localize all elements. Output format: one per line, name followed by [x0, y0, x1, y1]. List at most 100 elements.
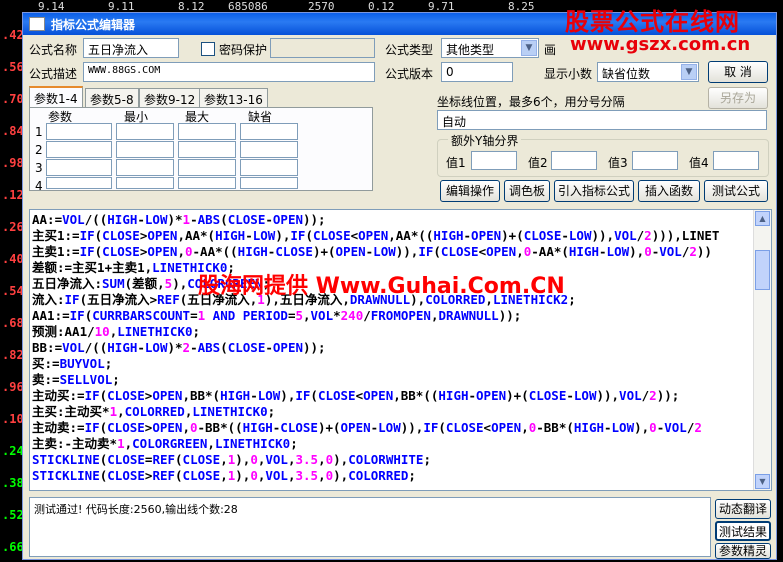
yaxis-value-label: 值3	[608, 156, 628, 170]
formula-type-value: 其他类型	[446, 43, 495, 57]
param-name-4[interactable]	[46, 177, 112, 189]
price-tick-label: .82	[2, 348, 24, 362]
code-line: STICKLINE(CLOSE>REF(CLOSE,1),0,VOL,3.5,0…	[32, 468, 416, 483]
formula-name-input[interactable]: 五日净流入	[83, 38, 179, 58]
code-line: 预测:AA1/10,LINETHICK0;	[32, 324, 201, 339]
decimal-value: 缺省位数	[602, 67, 651, 81]
dynamic-translate-button[interactable]: 动态翻译	[715, 499, 771, 519]
param-min-4[interactable]	[116, 177, 174, 189]
tab-params-9-12[interactable]: 参数9-12	[139, 88, 201, 107]
param-tabs: 参数1-4 参数5-8 参数9-12 参数13-16	[29, 86, 374, 108]
formula-desc-label: 公式描述	[29, 67, 78, 81]
draw-label: 画	[544, 43, 557, 57]
param-name-2[interactable]	[46, 141, 112, 158]
code-editor[interactable]: AA:=VOL/((HIGH-LOW)*1-ABS(CLOSE-OPEN)); 主…	[29, 209, 772, 491]
formula-type-label: 公式类型	[385, 43, 434, 57]
code-line: 买:=BUYVOL;	[32, 356, 113, 371]
axis-position-input[interactable]: 自动	[437, 110, 767, 130]
tab-params-5-8[interactable]: 参数5-8	[85, 88, 139, 107]
chevron-down-icon: ▼	[681, 64, 697, 80]
param-row-num: 4	[35, 179, 43, 193]
save-as-button[interactable]: 另存为	[708, 87, 768, 109]
param-default-1[interactable]	[240, 123, 298, 140]
param-name-1[interactable]	[46, 123, 112, 140]
password-input[interactable]	[270, 38, 375, 58]
scroll-thumb[interactable]	[755, 250, 770, 290]
status-text: 测试通过! 代码长度:2560,输出线个数:28	[34, 503, 238, 516]
price-tick-label: .68	[2, 316, 24, 330]
param-min-1[interactable]	[116, 123, 174, 140]
code-line: 卖:=SELLVOL;	[32, 372, 120, 387]
param-default-2[interactable]	[240, 141, 298, 158]
editor-scrollbar[interactable]: ▲ ▼	[753, 210, 771, 490]
param-grid: 参数 最小 最大 缺省 1 2 3 4	[29, 107, 373, 193]
param-name-3[interactable]	[46, 159, 112, 176]
code-line: 主卖:-主动卖*1,COLORGREEN,LINETHICK0;	[32, 436, 298, 451]
edit-operations-button[interactable]: 编辑操作	[440, 180, 500, 202]
watermark-site-url: www.gszx.com.cn	[570, 34, 751, 55]
param-wizard-button[interactable]: 参数精灵	[715, 543, 771, 559]
yaxis-value-label: 值2	[528, 156, 548, 170]
param-row-num: 1	[35, 125, 43, 139]
price-tick-label: .10	[2, 412, 24, 426]
extra-yaxis-group: 额外Y轴分界 值1 值2 值3 值4	[437, 132, 769, 177]
param-default-4[interactable]	[240, 177, 298, 189]
code-line: AA1:=IF(CURRBARSCOUNT=1 AND PERIOD=5,VOL…	[32, 308, 522, 323]
yaxis-value-4-input[interactable]	[713, 151, 759, 170]
palette-button[interactable]: 调色板	[504, 180, 550, 202]
price-tick-label: .96	[2, 380, 24, 394]
formula-desc-input[interactable]: WWW.88GS.COM	[83, 62, 375, 82]
tab-params-13-16[interactable]: 参数13-16	[199, 88, 268, 107]
decimal-label: 显示小数	[544, 67, 593, 81]
yaxis-value-1-input[interactable]	[471, 151, 517, 170]
yaxis-value-label: 值4	[689, 156, 709, 170]
price-tick-label: .42	[2, 28, 24, 42]
app-icon	[29, 17, 45, 31]
cancel-button[interactable]: 取 消	[708, 61, 768, 83]
decimal-select[interactable]: 缺省位数 ▼	[597, 62, 699, 82]
price-tick-label: .12	[2, 188, 24, 202]
param-max-4[interactable]	[178, 177, 236, 189]
code-line: AA:=VOL/((HIGH-LOW)*1-ABS(CLOSE-OPEN));	[32, 212, 326, 227]
code-line: 主买1:=IF(CLOSE>OPEN,AA*(HIGH-LOW),IF(CLOS…	[32, 228, 720, 243]
param-min-3[interactable]	[116, 159, 174, 176]
insert-function-button[interactable]: 插入函数	[638, 180, 700, 202]
scroll-up-icon[interactable]: ▲	[755, 211, 770, 226]
price-tick-label: .56	[2, 60, 24, 74]
param-min-2[interactable]	[116, 141, 174, 158]
test-result-panel: 测试通过! 代码长度:2560,输出线个数:28	[29, 497, 711, 557]
password-checkbox[interactable]	[201, 42, 215, 56]
dialog-title: 指标公式编辑器	[51, 18, 136, 32]
test-formula-button[interactable]: 测试公式	[704, 180, 768, 202]
tab-params-1-4[interactable]: 参数1-4	[29, 86, 83, 107]
yaxis-value-2-input[interactable]	[551, 151, 597, 170]
yaxis-value-label: 值1	[446, 156, 466, 170]
price-tick-label: .54	[2, 284, 24, 298]
param-max-2[interactable]	[178, 141, 236, 158]
formula-version-input[interactable]: 0	[441, 62, 513, 82]
code-text[interactable]: AA:=VOL/((HIGH-LOW)*1-ABS(CLOSE-OPEN)); 主…	[32, 212, 757, 484]
axis-position-label: 坐标线位置，最多6个，用分号分隔	[437, 95, 625, 109]
param-row-num: 2	[35, 143, 43, 157]
price-tick-label: .40	[2, 252, 24, 266]
param-default-3[interactable]	[240, 159, 298, 176]
code-line: STICKLINE(CLOSE=REF(CLOSE,1),0,VOL,3.5,0…	[32, 452, 431, 467]
watermark-overlay: 股海网提供 Www.Guhai.Com.CN	[198, 274, 565, 299]
price-tick-label: .38	[2, 476, 24, 490]
yaxis-value-3-input[interactable]	[632, 151, 678, 170]
price-tick-label: .70	[2, 92, 24, 106]
code-line: BB:=VOL/((HIGH-LOW)*2-ABS(CLOSE-OPEN));	[32, 340, 326, 355]
param-max-3[interactable]	[178, 159, 236, 176]
price-tick-label: .66	[2, 540, 24, 554]
import-formula-button[interactable]: 引入指标公式	[554, 180, 634, 202]
code-line: 主动买:=IF(CLOSE>OPEN,BB*(HIGH-LOW),IF(CLOS…	[32, 388, 680, 403]
param-row-num: 3	[35, 161, 43, 175]
price-tick-label: .24	[2, 444, 24, 458]
watermark-site-title: 股票公式在线网	[565, 8, 740, 36]
param-max-1[interactable]	[178, 123, 236, 140]
test-result-button[interactable]: 测试结果	[715, 521, 771, 541]
formula-type-select[interactable]: 其他类型 ▼	[441, 38, 539, 58]
password-label: 密码保护	[219, 43, 268, 57]
scroll-down-icon[interactable]: ▼	[755, 474, 770, 489]
price-tick-label: .52	[2, 508, 24, 522]
